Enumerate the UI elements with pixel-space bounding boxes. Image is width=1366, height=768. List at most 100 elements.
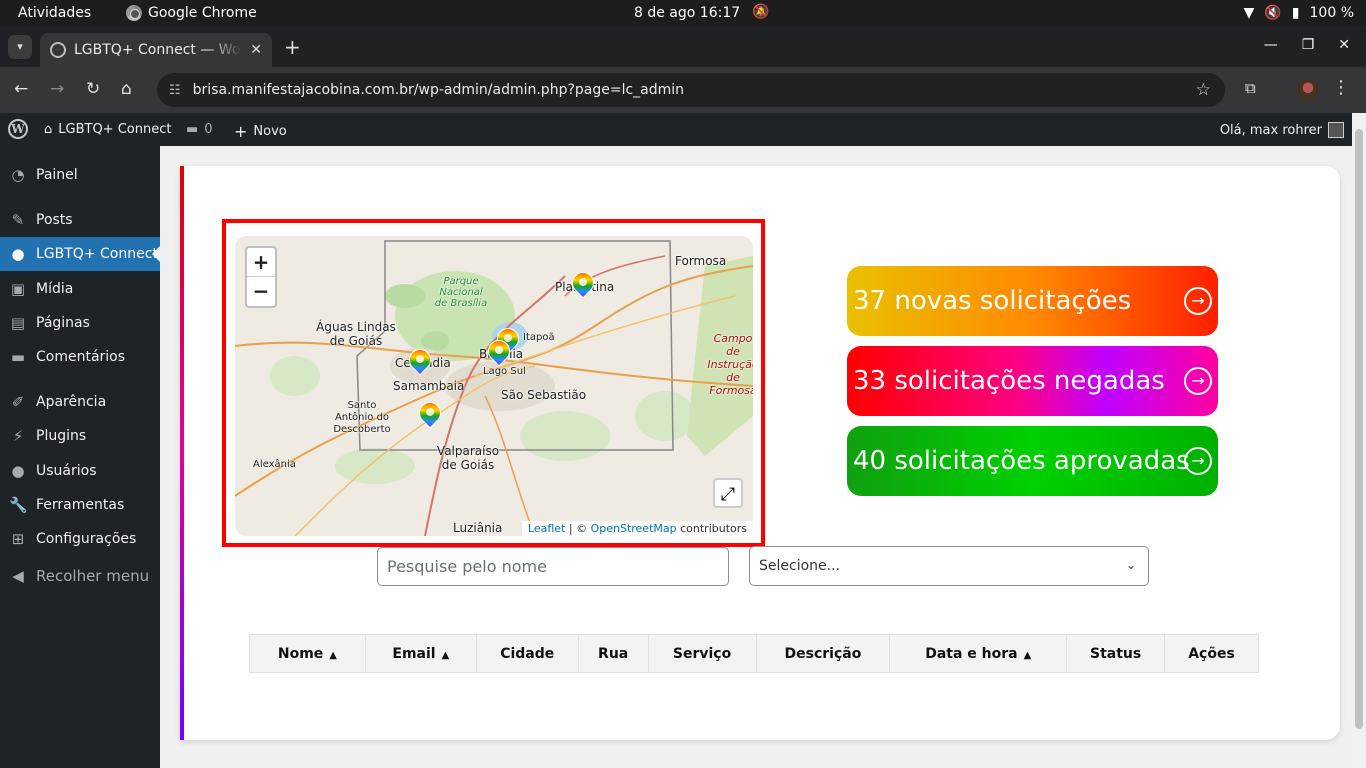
site-info-icon[interactable]: ☷ (169, 83, 181, 98)
tab-search-button[interactable]: ▾ (8, 35, 32, 59)
map-marker[interactable] (567, 267, 599, 302)
media-icon: ▣ (10, 280, 26, 298)
address-bar[interactable]: ☷ brisa.manifestajacobina.com.br/wp-admi… (157, 73, 1225, 107)
sidebar-item-ferramentas[interactable]: 🔧 Ferramentas (0, 488, 160, 522)
maximize-icon[interactable]: ❐ (1302, 37, 1315, 53)
volume-muted-icon: 🔇 (1264, 5, 1282, 21)
approved-requests-label: 40 solicitações aprovadas (853, 446, 1190, 476)
comment-icon: ▬ (186, 122, 199, 137)
requests-table: Nome ▲ Email ▲ Cidade Rua Serviço Descriçã… (249, 634, 1259, 673)
new-requests-button[interactable]: 37 novas solicitações → (847, 266, 1218, 336)
url-text: brisa.manifestajacobina.com.br/wp-admin/… (192, 82, 685, 98)
user-avatar (1328, 122, 1344, 138)
sidebar-item-midia[interactable]: ▣ Mídia (0, 272, 160, 306)
page-icon: ▤ (10, 314, 26, 332)
map-marker[interactable] (404, 344, 436, 379)
column-header-descricao: Descrição (755, 634, 891, 673)
settings-icon: ⊞ (11, 530, 25, 548)
more-menu-icon[interactable]: ⋮ (1332, 77, 1350, 98)
map-label-alexania: Alexânia (253, 459, 296, 470)
wrench-icon: 🔧 (9, 496, 28, 514)
scrollbar-thumb[interactable] (1355, 129, 1363, 729)
battery-percent: 100 % (1309, 5, 1354, 21)
sidebar-item-label: Painel (36, 167, 78, 183)
table-header-row: Nome ▲ Email ▲ Cidade Rua Serviço Descriçã… (249, 634, 1259, 673)
column-header-email[interactable]: Email ▲ (364, 634, 477, 673)
osm-link[interactable]: OpenStreetMap (591, 522, 677, 535)
activities-button[interactable]: Atividades (18, 5, 91, 21)
browser-tab[interactable]: LGBTQ+ Connect — WordPress ✕ (40, 33, 272, 67)
system-tray[interactable]: ▼ 🔇 ▮ 100 % (1244, 5, 1354, 21)
map-marker[interactable] (483, 335, 515, 370)
new-content-link[interactable]: + Novo (234, 122, 287, 141)
leaflet-map[interactable]: Formosa Parque Nacional de Brasília Plan… (235, 236, 753, 536)
status-select[interactable]: Selecione... ⌄ (749, 546, 1149, 586)
arrow-right-circle-icon: → (1184, 287, 1212, 315)
wordpress-logo-icon[interactable]: W (8, 119, 28, 139)
zoom-control: + − (245, 246, 277, 308)
tab-title: LGBTQ+ Connect — WordPress (74, 42, 242, 58)
sidebar-item-label: Comentários (36, 349, 126, 365)
sidebar-item-posts[interactable]: ✎ Posts (0, 203, 160, 237)
back-icon[interactable]: ← (14, 79, 28, 99)
close-window-icon[interactable]: ✕ (1338, 37, 1350, 53)
bookmark-star-icon[interactable]: ☆ (1196, 80, 1211, 100)
column-label: Cidade (500, 645, 555, 662)
column-header-data-hora[interactable]: Data e hora ▲ (889, 634, 1068, 673)
map-label-luziania: Luziânia (453, 521, 503, 535)
brush-icon: ✐ (11, 393, 25, 411)
column-header-acoes: Ações (1164, 634, 1259, 673)
sidebar-item-paginas[interactable]: ▤ Páginas (0, 306, 160, 340)
sidebar-item-label: Posts (36, 212, 73, 228)
plus-icon: + (234, 122, 248, 141)
comments-link[interactable]: ▬ 0 (186, 122, 213, 137)
select-value: Selecione... (759, 558, 840, 574)
map-label-campo-instrucao: Campo de Instrução de Formosa (707, 332, 753, 397)
extensions-icon[interactable]: ⧉ (1245, 79, 1256, 97)
sort-asc-icon: ▲ (441, 649, 450, 661)
close-tab-icon[interactable]: ✕ (250, 42, 262, 58)
leaflet-link[interactable]: Leaflet (528, 522, 565, 535)
account-menu[interactable]: Olá, max rohrer (1220, 122, 1344, 138)
sidebar-item-aparencia[interactable]: ✐ Aparência (0, 385, 160, 419)
column-header-nome[interactable]: Nome ▲ (249, 634, 366, 673)
search-input[interactable] (377, 547, 729, 586)
chrome-icon (126, 5, 142, 21)
site-name-link[interactable]: ⌂ LGBTQ+ Connect (44, 122, 171, 137)
collapse-menu-button[interactable]: ◀ Recolher menu (0, 559, 160, 593)
forward-icon[interactable]: → (50, 79, 64, 99)
minimize-icon[interactable]: — (1264, 37, 1278, 53)
sidebar-item-painel[interactable]: ◔ Painel (0, 158, 160, 192)
denied-requests-label: 33 solicitações negadas (853, 366, 1165, 396)
sidebar-item-comentarios[interactable]: ▬ Comentários (0, 340, 160, 374)
user-icon: ● (11, 245, 25, 263)
sidebar-item-configuracoes[interactable]: ⊞ Configurações (0, 522, 160, 556)
site-name: LGBTQ+ Connect (58, 122, 172, 137)
sidebar-item-label: Usuários (36, 463, 97, 479)
pin-icon: ✎ (11, 211, 25, 229)
sidebar-item-usuarios[interactable]: ● Usuários (0, 454, 160, 488)
clock[interactable]: 8 de ago 16:17 (634, 5, 740, 21)
sidebar-item-plugins[interactable]: ⚡ Plugins (0, 419, 160, 453)
new-label: Novo (253, 124, 287, 139)
column-label: Descrição (784, 645, 862, 662)
window-controls: — ❐ ✕ (1264, 37, 1350, 53)
new-tab-button[interactable]: + (284, 35, 301, 59)
admin-sidebar: ◔ Painel ✎ Posts ● LGBTQ+ Connect ▣ Mídia ▤ P… (0, 146, 160, 768)
sidebar-item-lgbtq-connect[interactable]: ● LGBTQ+ Connect (0, 237, 160, 271)
map-label-formosa: Formosa (675, 254, 727, 268)
profile-avatar[interactable] (1297, 79, 1319, 101)
column-header-servico: Serviço (647, 634, 757, 673)
column-header-rua: Rua (577, 634, 649, 673)
app-menu[interactable]: Google Chrome (126, 5, 257, 21)
map-marker[interactable] (414, 397, 446, 432)
fullscreen-icon[interactable]: ⤢ (713, 478, 743, 508)
zoom-out-button[interactable]: − (247, 277, 275, 306)
approved-requests-button[interactable]: 40 solicitações aprovadas → (847, 426, 1218, 496)
sidebar-item-label: Plugins (36, 428, 87, 444)
zoom-in-button[interactable]: + (247, 248, 275, 277)
page-scrollbar[interactable] (1352, 113, 1366, 768)
home-icon[interactable]: ⌂ (121, 79, 132, 99)
denied-requests-button[interactable]: 33 solicitações negadas → (847, 346, 1218, 416)
reload-icon[interactable]: ↻ (86, 79, 100, 99)
